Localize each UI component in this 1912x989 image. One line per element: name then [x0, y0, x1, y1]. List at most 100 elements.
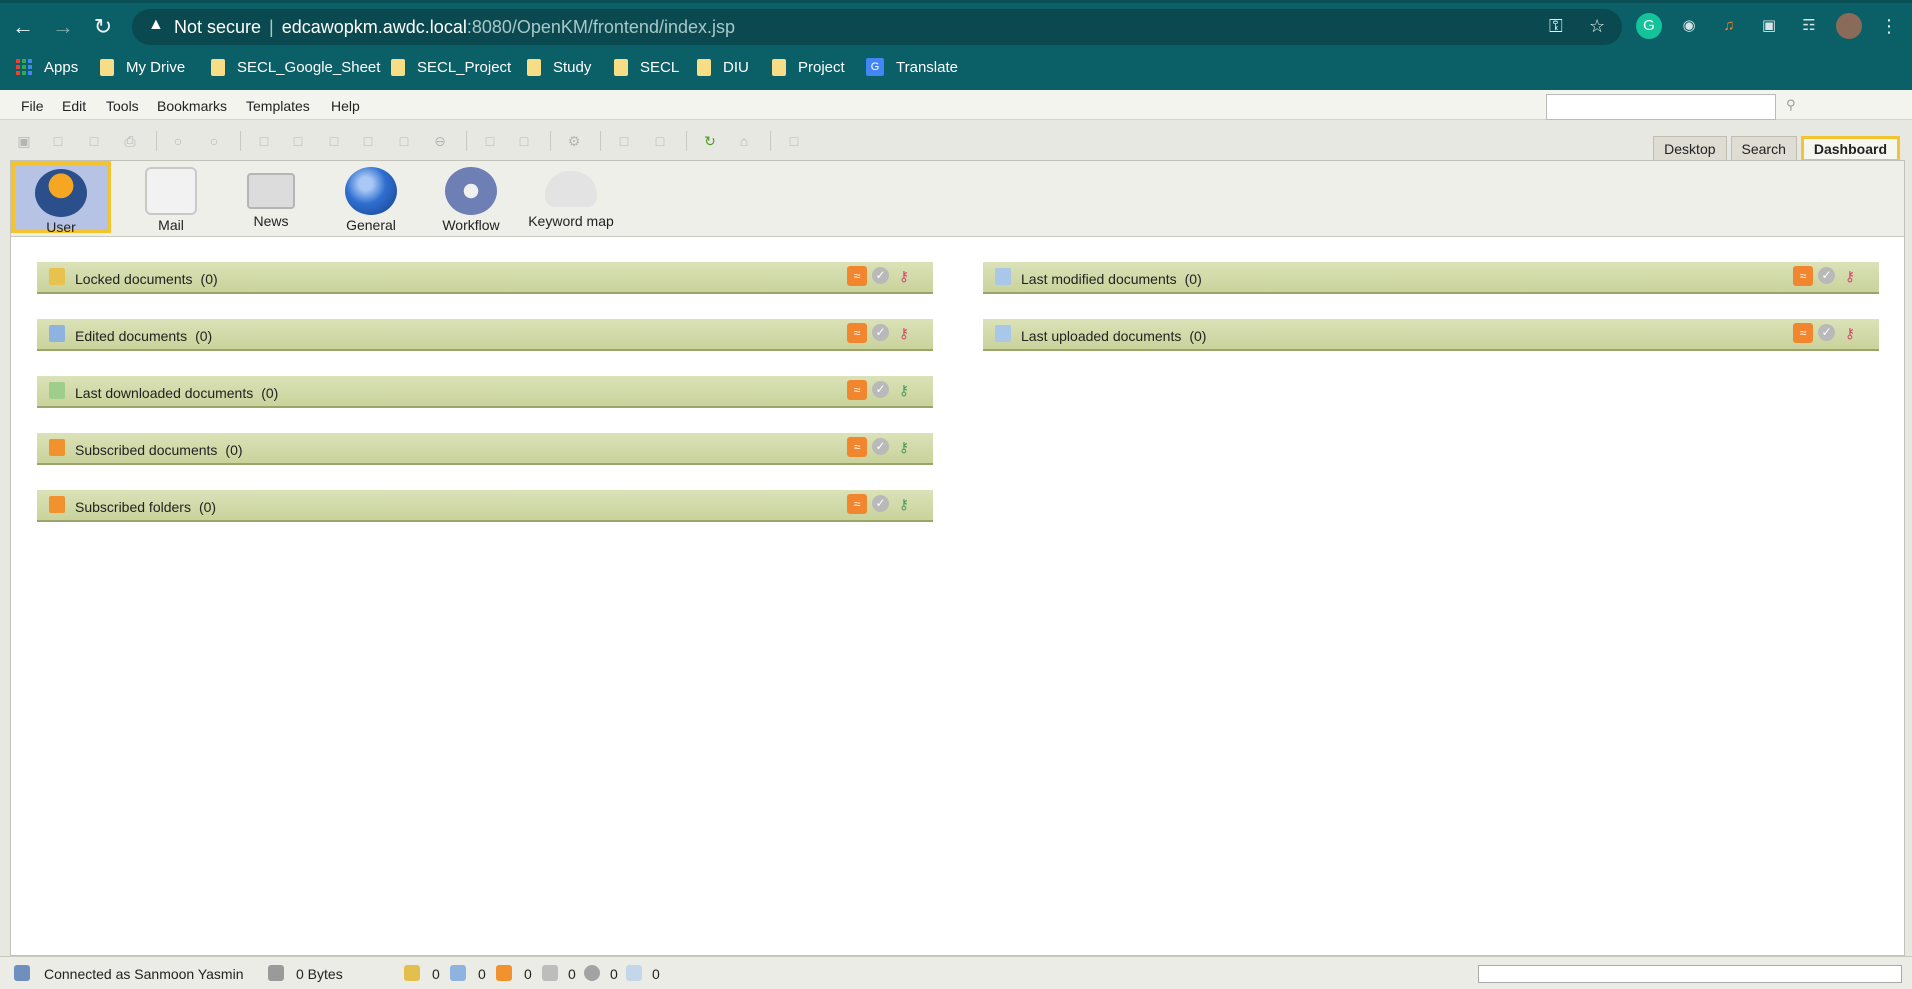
dashboard-user-button[interactable]: User: [11, 161, 111, 235]
back-icon[interactable]: ←: [10, 14, 36, 40]
camera-icon[interactable]: ◉: [1676, 13, 1702, 39]
tab-search[interactable]: Search: [1730, 136, 1797, 162]
edited-count-icon[interactable]: [450, 965, 466, 981]
check-icon[interactable]: ✓: [872, 495, 889, 512]
toolbar-add-subscription-icon[interactable]: □: [396, 133, 412, 149]
toolbar-add-note-icon[interactable]: □: [360, 133, 376, 149]
menu-help[interactable]: Help: [331, 98, 360, 114]
quick-search-input[interactable]: [1546, 94, 1776, 120]
toolbar-delete-icon[interactable]: ⊖: [432, 133, 448, 149]
rss-icon[interactable]: ≈: [847, 266, 867, 286]
news-count-icon[interactable]: [542, 965, 558, 981]
bookmark-study[interactable]: Study: [527, 56, 591, 78]
toolbar-unlock-doc-icon[interactable]: ○: [206, 133, 222, 149]
toolbar-misc-icon[interactable]: □: [786, 133, 802, 149]
bookmark-my-drive[interactable]: My Drive: [100, 56, 185, 78]
menu-dots-icon[interactable]: ⋮: [1876, 13, 1902, 39]
menu-templates[interactable]: Templates: [246, 98, 310, 114]
rss-icon[interactable]: ≈: [847, 323, 867, 343]
toolbar-new-folder-icon[interactable]: □: [256, 133, 272, 149]
dashboard-news-button[interactable]: News: [221, 163, 321, 235]
star-icon[interactable]: ☆: [1589, 16, 1605, 37]
reload-icon[interactable]: ↻: [90, 14, 116, 40]
extensions-icon[interactable]: ☶: [1796, 13, 1822, 39]
bookmark-label: Study: [553, 58, 592, 76]
bookmark-apps[interactable]: Apps: [16, 56, 78, 78]
key-icon[interactable]: ⚷: [894, 266, 914, 286]
toolbar-print-icon[interactable]: ⎙: [122, 133, 138, 149]
iconbar-label: Keyword map: [528, 213, 614, 229]
toolbar-add-document-icon[interactable]: □: [290, 133, 306, 149]
check-icon[interactable]: ✓: [872, 438, 889, 455]
dashboard-mail-button[interactable]: Mail: [121, 163, 221, 235]
connection-icon: [14, 965, 30, 981]
bookmark-label: My Drive: [126, 58, 186, 76]
toolbar-lock-doc-icon[interactable]: ○: [170, 133, 186, 149]
edited-count: 0: [478, 966, 486, 982]
search-icon[interactable]: ⚲: [1786, 97, 1796, 113]
key-icon[interactable]: ⚷: [894, 323, 914, 343]
rss-icon[interactable]: ≈: [847, 437, 867, 457]
screen-capture-icon[interactable]: ▣: [1756, 13, 1782, 39]
locked-count-icon[interactable]: [404, 965, 420, 981]
bookmark-label: Project: [798, 58, 845, 76]
widget-count: (0): [198, 499, 217, 515]
toolbar-settings-icon[interactable]: ⚙: [566, 133, 582, 149]
rss-icon[interactable]: ≈: [847, 380, 867, 400]
menu-bookmarks[interactable]: Bookmarks: [157, 98, 227, 114]
menu-edit[interactable]: Edit: [62, 98, 86, 114]
profile-avatar[interactable]: [1836, 13, 1862, 39]
toolbar-lock-icon[interactable]: ▣: [16, 133, 32, 149]
key-icon[interactable]: ⚷: [894, 380, 914, 400]
check-icon[interactable]: ✓: [872, 324, 889, 341]
menu-tools[interactable]: Tools: [106, 98, 139, 114]
bookmark-project[interactable]: Project: [772, 56, 845, 78]
bookmark-translate[interactable]: G Translate: [866, 56, 958, 78]
subscription-count-icon[interactable]: [496, 965, 512, 981]
check-icon[interactable]: ✓: [1818, 267, 1835, 284]
key-icon[interactable]: ⚷: [894, 437, 914, 457]
warning-icon: ▲: [148, 16, 164, 33]
status-bar: Connected as Sanmoon Yasmin 0 Bytes 0 0 …: [0, 956, 1912, 989]
refresh-icon[interactable]: ↻: [702, 133, 718, 149]
dashboard-workflow-button[interactable]: Workflow: [421, 163, 521, 235]
toolbar-send-link-icon[interactable]: □: [652, 133, 668, 149]
menu-file[interactable]: File: [21, 98, 44, 114]
toolbar-set-home-icon[interactable]: □: [516, 133, 532, 149]
dashboard-keyword-map-button[interactable]: Keyword map: [521, 163, 621, 235]
dashboard-general-button[interactable]: General: [321, 163, 421, 235]
tab-desktop[interactable]: Desktop: [1653, 136, 1727, 162]
grammarly-icon[interactable]: G: [1636, 13, 1662, 39]
widget-title-text: Last modified documents: [1021, 271, 1177, 287]
rss-icon[interactable]: ≈: [1793, 323, 1813, 343]
key-icon[interactable]: ⚿: [1549, 16, 1563, 37]
bookmark-secl[interactable]: SECL: [614, 56, 679, 78]
bookmark-secl-project[interactable]: SECL_Project: [391, 56, 511, 78]
proposed-count-icon[interactable]: [626, 965, 642, 981]
forward-icon[interactable]: →: [50, 14, 76, 40]
key-icon[interactable]: ⚷: [1840, 323, 1860, 343]
rss-icon[interactable]: ≈: [1793, 266, 1813, 286]
bookmark-label: DIU: [723, 58, 749, 76]
folder-icon: [527, 58, 541, 76]
rss-icon[interactable]: ≈: [847, 494, 867, 514]
widget-last-downloaded-documents: Last downloaded documents (0) ≈ ✓ ⚷: [37, 376, 933, 408]
check-icon[interactable]: ✓: [872, 381, 889, 398]
key-icon[interactable]: ⚷: [894, 494, 914, 514]
key-icon[interactable]: ⚷: [1840, 266, 1860, 286]
toolbar-add-to-bookmark-icon[interactable]: □: [482, 133, 498, 149]
bookmark-secl-google-sheet[interactable]: SECL_Google_Sheet: [211, 56, 380, 78]
audio-extension-icon[interactable]: ♫: [1716, 13, 1742, 39]
toolbar-checkin-icon[interactable]: □: [86, 133, 102, 149]
check-icon[interactable]: ✓: [872, 267, 889, 284]
bookmark-diu[interactable]: DIU: [697, 56, 749, 78]
toolbar-add-property-icon[interactable]: □: [326, 133, 342, 149]
tab-dashboard[interactable]: Dashboard: [1800, 136, 1900, 162]
home-icon[interactable]: ⌂: [736, 133, 752, 149]
workflow-count-icon[interactable]: [584, 965, 600, 981]
folder-icon: [697, 58, 711, 76]
toolbar-mail-icon[interactable]: □: [616, 133, 632, 149]
toolbar-checkout-icon[interactable]: □: [50, 133, 66, 149]
check-icon[interactable]: ✓: [1818, 324, 1835, 341]
address-bar[interactable]: ▲ Not secure | edcawopkm.awdc.local:8080/O…: [132, 9, 1622, 45]
